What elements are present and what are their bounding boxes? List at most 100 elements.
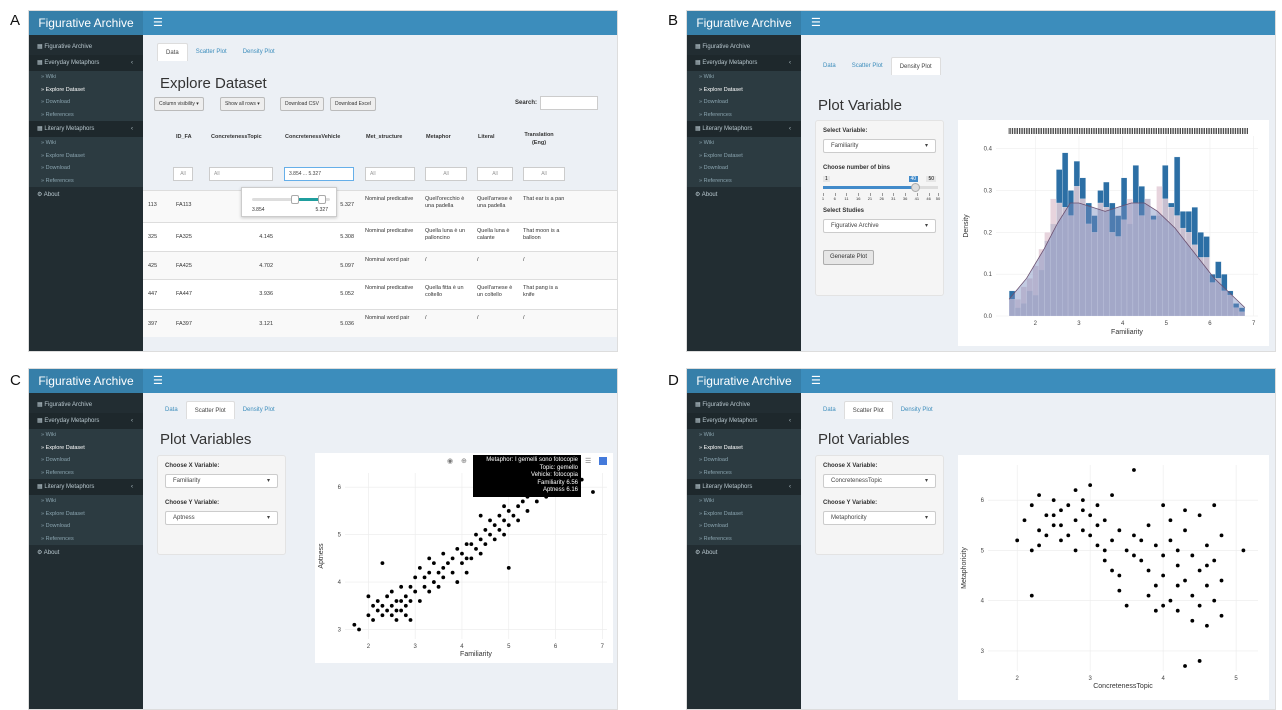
col-header-cv[interactable]: ConcretenessVehicle [285,134,340,140]
studies-select[interactable]: Figurative Archive ▾ [823,219,936,233]
tab-density[interactable]: Density Plot [893,401,941,419]
y-variable-select[interactable]: Metaphoricity ▾ [823,511,936,525]
y-variable-select[interactable]: Aptness ▾ [165,511,278,525]
plotly-logo-icon[interactable] [599,457,607,465]
menu-toggle-icon[interactable]: ☰ [153,11,163,35]
sidebar-sub-references[interactable]: » References [687,466,801,479]
sidebar-item-about[interactable]: ⚙ About [687,187,801,203]
tab-data[interactable]: Data [815,57,844,75]
sidebar-item-literary[interactable]: ▦ Literary Metaphors ‹ [29,479,143,495]
tab-scatter[interactable]: Scatter Plot [188,43,235,61]
col-header-ms[interactable]: Met_structure [366,134,402,140]
menu-toggle-icon[interactable]: ☰ [811,369,821,393]
sidebar-sub-explore[interactable]: » Explore Dataset [29,83,143,96]
sidebar-sub-download[interactable]: » Download [687,96,801,109]
sidebar-sub-references[interactable]: » References [687,532,801,545]
sidebar-sub-references[interactable]: » References [29,108,143,121]
sidebar-sub-explore[interactable]: » Explore Dataset [687,441,801,454]
sidebar-sub-wiki[interactable]: » Wiki [687,429,801,442]
col-header-literal[interactable]: Literal [478,134,495,140]
menu-toggle-icon[interactable]: ☰ [153,369,163,393]
filter-translation[interactable]: All [523,167,565,181]
filter-ct[interactable]: All [209,167,273,181]
sidebar-item-about[interactable]: ⚙ About [29,545,143,561]
slider-handle[interactable] [910,183,920,192]
menu-toggle-icon[interactable]: ☰ [811,11,821,35]
sidebar-sub-references[interactable]: » References [29,174,143,187]
slider-handle-min[interactable] [290,195,299,204]
sidebar-sub-wiki[interactable]: » Wiki [687,495,801,508]
sidebar-sub-download[interactable]: » Download [29,96,143,109]
col-header-id[interactable]: ID_FA [176,134,192,140]
sidebar-sub-download[interactable]: » Download [29,520,143,533]
sidebar-item-about[interactable]: ⚙ About [687,545,801,561]
sidebar-sub-references[interactable]: » References [687,174,801,187]
column-visibility-button[interactable]: Column visibility ▾ [154,97,204,111]
table-row[interactable]: 425 FA425 4.702 5.097 Nominal word pair / / / [143,251,617,279]
sidebar-sub-wiki[interactable]: » Wiki [687,137,801,150]
tab-data[interactable]: Data [157,43,188,61]
tab-scatter[interactable]: Scatter Plot [185,401,235,419]
sidebar-sub-references[interactable]: » References [687,108,801,121]
filter-literal[interactable]: All [477,167,513,181]
sidebar-sub-wiki[interactable]: » Wiki [29,429,143,442]
tab-density[interactable]: Density Plot [235,43,283,61]
sidebar-sub-references[interactable]: » References [29,466,143,479]
brand-logo[interactable]: Figurative Archive [29,11,143,35]
tab-data[interactable]: Data [157,401,186,419]
table-row[interactable]: 325 FA325 4.145 5.308 Nominal predicative Que… [143,222,617,251]
sidebar-sub-explore[interactable]: » Explore Dataset [687,507,801,520]
sidebar-sub-wiki[interactable]: » Wiki [687,71,801,84]
table-row[interactable]: 447 FA447 3.936 5.052 Nominal predicative Que… [143,279,617,309]
sidebar-item-about[interactable]: ⚙ About [29,187,143,203]
sidebar-item-everyday[interactable]: ▦ Everyday Metaphors ‹ [687,55,801,71]
sidebar-item-top[interactable]: ▦ Figurative Archive [687,397,801,413]
slider-handle-max[interactable] [318,195,327,204]
table-row[interactable]: 113 FA113 5.327 Nominal predicative Quell'or… [143,190,617,222]
sidebar-sub-download[interactable]: » Download [687,162,801,175]
tab-scatter[interactable]: Scatter Plot [843,401,893,419]
sidebar-sub-explore[interactable]: » Explore Dataset [687,149,801,162]
table-row[interactable]: 397 FA397 3.121 5.036 Nominal word pair / / / [143,309,617,337]
sidebar-item-top[interactable]: ▦ Figurative Archive [687,39,801,55]
variable-select[interactable]: Familiarity ▾ [823,139,936,153]
tab-data[interactable]: Data [815,401,844,419]
sidebar-sub-explore[interactable]: » Explore Dataset [29,507,143,520]
sidebar-item-top[interactable]: ▦ Figurative Archive [29,39,143,55]
sidebar-sub-download[interactable]: » Download [29,162,143,175]
sidebar-sub-download[interactable]: » Download [687,454,801,467]
sidebar-item-everyday[interactable]: ▦ Everyday Metaphors ‹ [29,55,143,71]
sidebar-sub-download[interactable]: » Download [29,454,143,467]
col-header-metaphor[interactable]: Metaphor [426,134,451,140]
sidebar-sub-download[interactable]: » Download [687,520,801,533]
sidebar-sub-explore[interactable]: » Explore Dataset [687,83,801,96]
sidebar-sub-wiki[interactable]: » Wiki [29,137,143,150]
sidebar-sub-wiki[interactable]: » Wiki [29,495,143,508]
col-header-translation[interactable]: Translation (Eng) [523,131,555,147]
download-excel-button[interactable]: Download Excel [330,97,376,111]
tab-scatter[interactable]: Scatter Plot [844,57,891,75]
x-variable-select[interactable]: ConcretenessTopic ▾ [823,474,936,488]
sidebar-item-literary[interactable]: ▦ Literary Metaphors ‹ [687,479,801,495]
tab-density[interactable]: Density Plot [235,401,283,419]
sidebar-item-everyday[interactable]: ▦ Everyday Metaphors ‹ [687,413,801,429]
tab-density[interactable]: Density Plot [890,57,941,75]
download-csv-button[interactable]: Download CSV [280,97,324,111]
compare-icon[interactable]: ☰ [585,457,591,465]
sidebar-item-literary[interactable]: ▦ Literary Metaphors ‹ [687,121,801,137]
sidebar-sub-references[interactable]: » References [29,532,143,545]
sidebar-sub-explore[interactable]: » Explore Dataset [29,441,143,454]
search-input[interactable] [540,96,598,110]
sidebar-item-literary[interactable]: ▦ Literary Metaphors ‹ [29,121,143,137]
generate-plot-button[interactable]: Generate Plot [823,250,875,265]
filter-cv[interactable]: 3.854 ... 5.327 [284,167,354,181]
brand-logo[interactable]: Figurative Archive [687,11,801,35]
show-rows-button[interactable]: Show all rows ▾ [220,97,265,111]
bins-slider[interactable]: 1 40 50 1 6 11 16 21 26 31 36 41 46 50 [822,176,940,202]
col-header-ct[interactable]: ConcretenessTopic [211,134,262,140]
sidebar-item-top[interactable]: ▦ Figurative Archive [29,397,143,413]
sidebar-sub-explore[interactable]: » Explore Dataset [29,149,143,162]
brand-logo[interactable]: Figurative Archive [29,369,143,393]
x-variable-select[interactable]: Familiarity ▾ [165,474,278,488]
filter-ms[interactable]: All [365,167,415,181]
